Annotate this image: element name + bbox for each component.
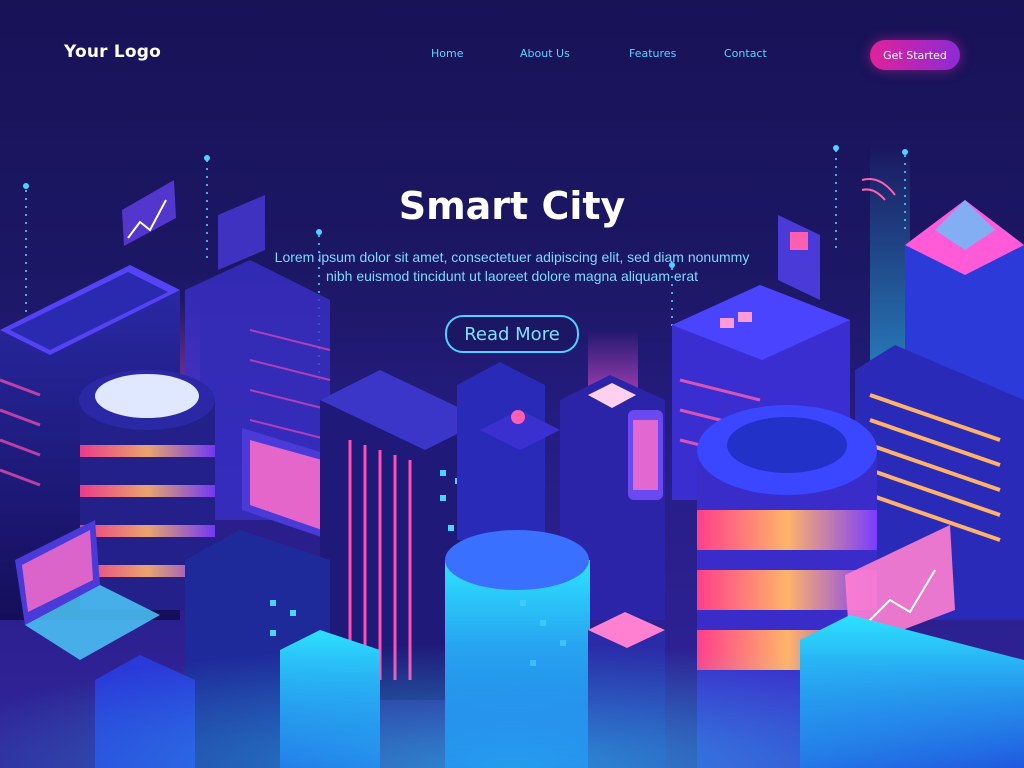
nav-features[interactable]: Features xyxy=(629,47,676,60)
smart-city-illustration xyxy=(0,0,1024,768)
nav-contact[interactable]: Contact xyxy=(724,47,767,60)
nav-about-us[interactable]: About Us xyxy=(520,47,570,60)
get-started-button[interactable]: Get Started xyxy=(870,40,960,70)
read-more-button[interactable]: Read More xyxy=(445,315,579,353)
nav-home[interactable]: Home xyxy=(431,47,463,60)
hero-title: Smart City xyxy=(398,184,626,228)
hero-description: Lorem ipsum dolor sit amet, consectetuer… xyxy=(274,249,750,284)
site-logo[interactable]: Your Logo xyxy=(64,42,161,62)
site-header: Your Logo Home About Us Features Contact… xyxy=(0,0,1024,100)
